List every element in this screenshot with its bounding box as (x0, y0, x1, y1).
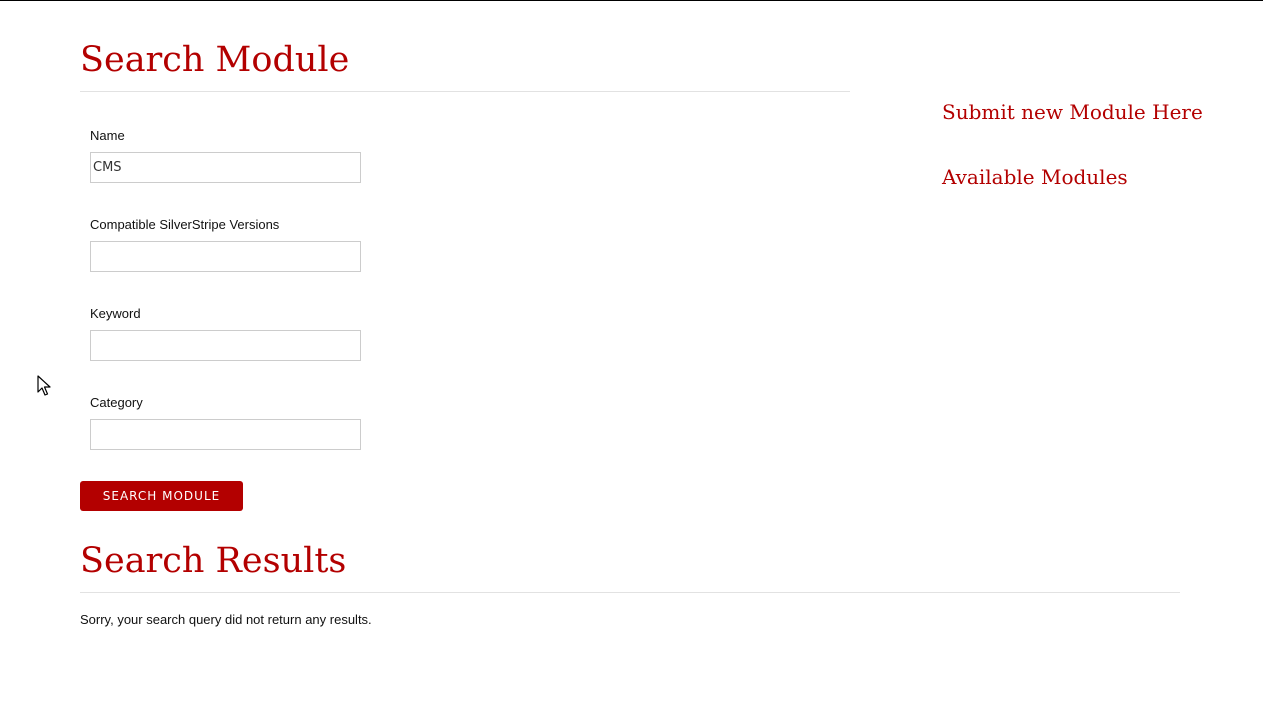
keyword-field-group: Keyword (90, 306, 361, 361)
results-divider (80, 592, 1180, 593)
versions-input[interactable] (90, 241, 361, 272)
mouse-pointer-icon (37, 375, 51, 396)
keyword-label: Keyword (90, 306, 141, 321)
keyword-input[interactable] (90, 330, 361, 361)
category-field-group: Category (90, 395, 361, 450)
page-title: Search Module (80, 40, 350, 80)
no-results-message: Sorry, your search query did not return … (80, 612, 372, 627)
name-label: Name (90, 128, 125, 143)
submit-module-link[interactable]: Submit new Module Here (942, 100, 1203, 124)
name-input[interactable] (90, 152, 361, 183)
results-title: Search Results (80, 541, 347, 581)
versions-label: Compatible SilverStripe Versions (90, 217, 280, 232)
category-input[interactable] (90, 419, 361, 450)
versions-field-group: Compatible SilverStripe Versions (90, 217, 361, 272)
page: Search Module Name Compatible SilverStri… (0, 0, 1263, 718)
search-module-button[interactable]: Search Module (80, 481, 243, 511)
available-modules-link[interactable]: Available Modules (942, 165, 1128, 189)
category-label: Category (90, 395, 143, 410)
heading-divider (80, 91, 850, 92)
name-field-group: Name (90, 128, 361, 183)
